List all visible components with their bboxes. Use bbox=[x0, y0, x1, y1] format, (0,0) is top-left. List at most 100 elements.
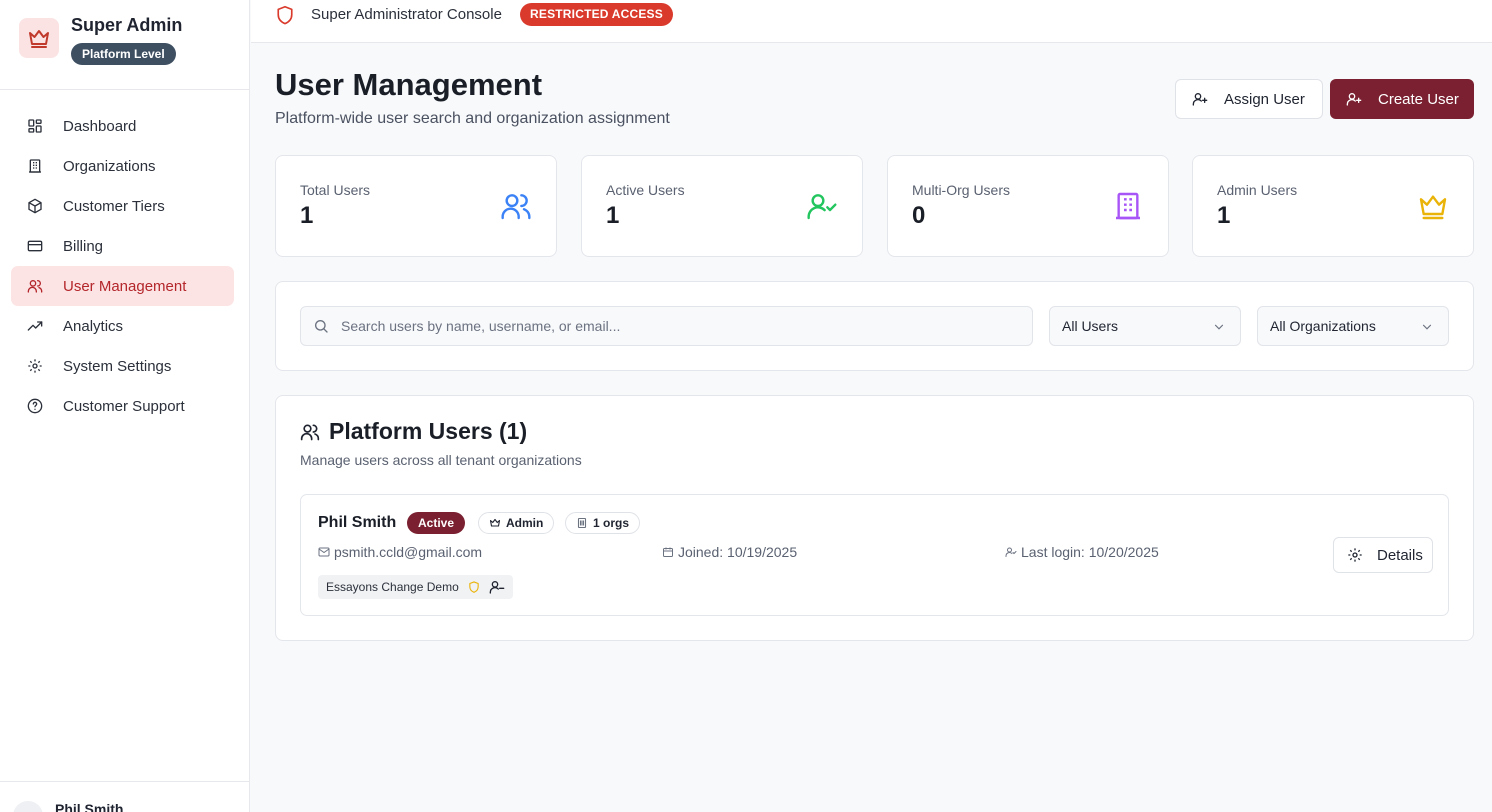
organization-select-value: All Organizations bbox=[1270, 318, 1376, 334]
stat-label: Active Users bbox=[606, 182, 685, 198]
sidebar-nav: Dashboard Organizations Customer Tiers B… bbox=[11, 106, 234, 426]
calendar-icon bbox=[662, 546, 674, 558]
stat-card-admin-users: Admin Users 1 bbox=[1192, 155, 1474, 257]
page-title: User Management bbox=[275, 67, 543, 102]
user-last-login: Last login: 10/20/2025 bbox=[1005, 544, 1159, 560]
orgs-badge: 1 orgs bbox=[565, 512, 641, 534]
stat-value: 1 bbox=[1217, 202, 1231, 229]
crown-icon bbox=[19, 18, 59, 58]
user-minus-icon[interactable] bbox=[489, 579, 505, 595]
search-box bbox=[300, 306, 1033, 346]
sidebar: Super Admin Platform Level Dashboard Org… bbox=[0, 0, 250, 812]
sidebar-item-dashboard[interactable]: Dashboard bbox=[11, 106, 234, 146]
user-email: psmith.ccld@gmail.com bbox=[318, 544, 482, 560]
organization-chip-label: Essayons Change Demo bbox=[326, 580, 459, 594]
gear-icon bbox=[1347, 547, 1363, 563]
user-joined: Joined: 10/19/2025 bbox=[662, 544, 797, 560]
create-user-button[interactable]: Create User bbox=[1330, 79, 1474, 119]
restricted-access-badge: RESTRICTED ACCESS bbox=[520, 3, 673, 26]
users-icon bbox=[300, 422, 320, 442]
chevron-down-icon bbox=[1212, 320, 1226, 334]
stat-value: 1 bbox=[606, 202, 620, 229]
user-row: Phil Smith Active Admin 1 orgs psmith.cc… bbox=[300, 494, 1449, 616]
platform-users-card: Platform Users (1) Manage users across a… bbox=[275, 395, 1474, 641]
brand-title: Super Admin bbox=[71, 15, 183, 35]
search-input[interactable] bbox=[341, 307, 1021, 345]
details-label: Details bbox=[1377, 546, 1423, 564]
platform-level-badge: Platform Level bbox=[71, 43, 176, 65]
user-joined-text: Joined: 10/19/2025 bbox=[678, 544, 798, 560]
user-plus-icon bbox=[1346, 91, 1362, 107]
page-subtitle: Platform-wide user search and organizati… bbox=[275, 110, 670, 127]
orgs-badge-label: 1 orgs bbox=[593, 516, 630, 530]
stat-value: 0 bbox=[912, 202, 926, 229]
stat-card-multi-org-users: Multi-Org Users 0 bbox=[887, 155, 1169, 257]
status-select-value: All Users bbox=[1062, 318, 1119, 334]
trending-up-icon bbox=[26, 317, 44, 335]
crown-icon bbox=[1417, 190, 1449, 222]
sidebar-item-label: System Settings bbox=[63, 357, 172, 375]
sidebar-item-label: Organizations bbox=[63, 157, 156, 175]
sidebar-footer: Phil Smith bbox=[0, 781, 250, 812]
shield-icon bbox=[468, 581, 480, 593]
create-user-label: Create User bbox=[1378, 90, 1459, 108]
assign-user-label: Assign User bbox=[1224, 90, 1305, 108]
gear-icon bbox=[26, 357, 44, 375]
sidebar-item-label: Customer Support bbox=[63, 397, 185, 415]
stat-card-active-users: Active Users 1 bbox=[581, 155, 863, 257]
stat-card-total-users: Total Users 1 bbox=[275, 155, 557, 257]
building-icon bbox=[1112, 190, 1144, 222]
stat-label: Admin Users bbox=[1217, 182, 1298, 198]
avatar[interactable] bbox=[13, 801, 43, 812]
organization-chip: Essayons Change Demo bbox=[318, 575, 513, 599]
building-icon bbox=[576, 517, 588, 529]
sidebar-brand: Super Admin Platform Level bbox=[0, 0, 249, 90]
user-last-login-text: Last login: 10/20/2025 bbox=[1021, 544, 1159, 560]
sidebar-item-label: Billing bbox=[63, 237, 104, 255]
dashboard-icon bbox=[26, 117, 44, 135]
sidebar-item-label: Analytics bbox=[63, 317, 124, 335]
stat-label: Total Users bbox=[300, 182, 371, 198]
role-badge-label: Admin bbox=[506, 516, 544, 530]
console-label: Super Administrator Console bbox=[311, 6, 502, 23]
top-bar: Super Administrator Console RESTRICTED A… bbox=[251, 0, 1492, 43]
filters-card: All Users All Organizations bbox=[275, 281, 1474, 371]
package-icon bbox=[26, 197, 44, 215]
user-name: Phil Smith bbox=[318, 514, 397, 531]
role-badge: Admin bbox=[478, 512, 555, 534]
organization-select[interactable]: All Organizations bbox=[1257, 306, 1449, 346]
footer-user-name: Phil Smith bbox=[55, 801, 124, 812]
user-email-text: psmith.ccld@gmail.com bbox=[334, 544, 483, 560]
building-icon bbox=[26, 157, 44, 175]
sidebar-item-label: Dashboard bbox=[63, 117, 137, 135]
mail-icon bbox=[318, 546, 330, 558]
sidebar-item-system-settings[interactable]: System Settings bbox=[11, 346, 234, 386]
status-select[interactable]: All Users bbox=[1049, 306, 1241, 346]
stat-label: Multi-Org Users bbox=[912, 182, 1011, 198]
search-icon bbox=[313, 318, 329, 334]
users-icon bbox=[26, 277, 44, 295]
stat-value: 1 bbox=[300, 202, 314, 229]
sidebar-item-label: Customer Tiers bbox=[63, 197, 165, 215]
sidebar-item-customer-tiers[interactable]: Customer Tiers bbox=[11, 186, 234, 226]
sidebar-item-customer-support[interactable]: Customer Support bbox=[11, 386, 234, 426]
platform-users-title: Platform Users (1) bbox=[329, 418, 528, 444]
user-check-icon bbox=[1005, 546, 1017, 558]
users-icon bbox=[500, 190, 532, 222]
chevron-down-icon bbox=[1420, 320, 1434, 334]
sidebar-item-analytics[interactable]: Analytics bbox=[11, 306, 234, 346]
user-check-icon bbox=[806, 190, 838, 222]
status-badge: Active bbox=[407, 512, 466, 534]
help-circle-icon bbox=[26, 397, 44, 415]
details-button[interactable]: Details bbox=[1333, 537, 1433, 573]
sidebar-item-billing[interactable]: Billing bbox=[11, 226, 234, 266]
sidebar-item-label: User Management bbox=[63, 277, 187, 295]
crown-icon bbox=[489, 517, 501, 529]
sidebar-item-organizations[interactable]: Organizations bbox=[11, 146, 234, 186]
credit-card-icon bbox=[26, 237, 44, 255]
assign-user-button[interactable]: Assign User bbox=[1175, 79, 1323, 119]
platform-users-subtitle: Manage users across all tenant organizat… bbox=[300, 452, 582, 468]
shield-icon bbox=[276, 5, 294, 30]
user-plus-icon bbox=[1192, 91, 1208, 107]
sidebar-item-user-management[interactable]: User Management bbox=[11, 266, 234, 306]
